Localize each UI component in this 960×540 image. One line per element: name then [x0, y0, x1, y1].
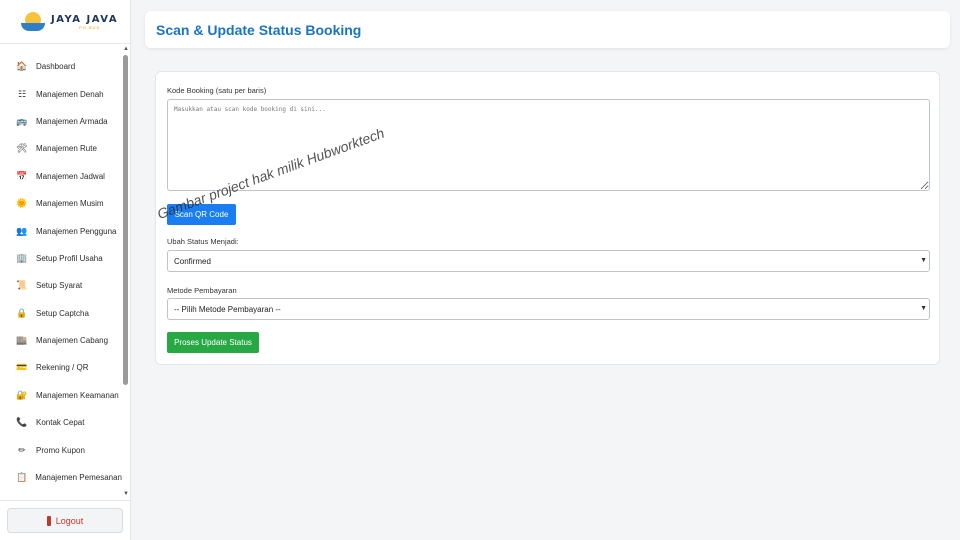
scroll-up-arrow-icon[interactable]: ▲: [122, 45, 130, 53]
sidebar-item-label: Manajemen Musim: [36, 199, 104, 209]
status-select[interactable]: Confirmed ▼: [167, 250, 930, 272]
sidebar-item-kontak-cepat[interactable]: 📞 Kontak Cepat: [0, 409, 122, 436]
chevron-down-icon: ▼: [920, 305, 927, 312]
sidebar-item-promo-kupon[interactable]: ✏ Promo Kupon: [0, 436, 122, 463]
scroll-down-arrow-icon[interactable]: ▼: [122, 490, 130, 498]
process-update-button[interactable]: Proses Update Status: [167, 332, 259, 353]
lock-icon: 🔒: [16, 307, 28, 318]
sidebar-item-label: Dashboard: [36, 62, 76, 72]
sidebar-item-label: Manajemen Pemesanan: [35, 473, 122, 483]
padlock-icon: 🔐: [16, 389, 28, 400]
booking-code-label: Kode Booking (satu per baris): [167, 86, 267, 95]
sidebar-item-manajemen-musim[interactable]: 🌞 Manajemen Musim: [0, 190, 122, 217]
payment-method-label: Metode Pembayaran: [167, 286, 237, 295]
brand-title: JAYA JAVA: [51, 13, 119, 25]
sidebar-item-label: Manajemen Cabang: [36, 336, 109, 346]
status-select-value: Confirmed: [174, 256, 211, 266]
sidebar-item-setup-profil-usaha[interactable]: 🏢 Setup Profil Usaha: [0, 245, 122, 272]
sun-face-icon: 🌞: [16, 198, 28, 209]
tools-icon: 🛠: [16, 143, 28, 154]
logo-icon: [21, 11, 45, 33]
scroll-icon: 📜: [16, 280, 28, 291]
logout-area: Logout: [0, 500, 131, 540]
sidebar-item-manajemen-pengguna[interactable]: 👥 Manajemen Pengguna: [0, 217, 122, 244]
sidebar-item-label: Setup Profil Usaha: [36, 253, 103, 263]
sidebar-item-setup-captcha[interactable]: 🔒 Setup Captcha: [0, 300, 122, 327]
payment-method-value: -- Pilih Metode Pembayaran --: [174, 304, 281, 314]
sidebar-item-label: Manajemen Rute: [36, 144, 97, 154]
scan-form-card: Kode Booking (satu per baris) Scan QR Co…: [155, 71, 940, 365]
sidebar-item-label: Kontak Cepat: [36, 418, 85, 428]
sidebar-scrollbar[interactable]: ▲ ▼: [122, 45, 130, 498]
page-title: Scan & Update Status Booking: [156, 21, 362, 38]
booking-code-textarea[interactable]: [167, 99, 930, 191]
sidebar-item-label: Setup Captcha: [36, 308, 89, 318]
sidebar-item-label: Manajemen Denah: [36, 89, 104, 99]
logout-label: Logout: [55, 515, 84, 526]
users-icon: 👥: [16, 225, 28, 236]
house-icon: 🏠: [16, 61, 28, 72]
calendar-icon: 📅: [16, 170, 28, 181]
pen-icon: ✏: [18, 444, 26, 455]
chevron-down-icon: ▼: [920, 257, 927, 264]
scan-qr-button[interactable]: Scan QR Code: [167, 204, 236, 225]
sidebar-item-rekening-qr[interactable]: 💳 Rekening / QR: [0, 354, 122, 381]
sidebar-item-label: Manajemen Jadwal: [36, 171, 105, 181]
sidebar: JAYA JAVA PO BUS 🏠 Dashboard ☷ Manajemen De…: [0, 0, 131, 540]
sidebar-item-manajemen-keamanan[interactable]: 🔐 Manajemen Keamanan: [0, 382, 122, 409]
sidebar-item-setup-syarat[interactable]: 📜 Setup Syarat: [0, 272, 122, 299]
sidebar-item-label: Manajemen Pengguna: [36, 226, 117, 236]
status-label: Ubah Status Menjadi:: [167, 237, 239, 246]
sidebar-item-manajemen-jadwal[interactable]: 📅 Manajemen Jadwal: [0, 163, 122, 190]
sidebar-item-manajemen-armada[interactable]: 🚌 Manajemen Armada: [0, 108, 122, 135]
logout-button[interactable]: Logout: [7, 508, 123, 533]
page-header: Scan & Update Status Booking: [145, 11, 950, 48]
door-icon: [46, 515, 51, 526]
clipboard-icon: 📋: [16, 472, 28, 483]
sidebar-item-label: Rekening / QR: [36, 363, 89, 373]
sidebar-menu: 🏠 Dashboard ☷ Manajemen Denah 🚌 Manajemen Arm…: [0, 53, 122, 491]
sidebar-item-label: Manajemen Keamanan: [36, 390, 119, 400]
building-icon: 🏢: [16, 252, 28, 263]
sidebar-item-label: Manajemen Armada: [36, 116, 108, 126]
sidebar-item-manajemen-cabang[interactable]: 🏬 Manajemen Cabang: [0, 327, 122, 354]
sidebar-item-manajemen-denah[interactable]: ☷ Manajemen Denah: [0, 80, 122, 107]
phone-icon: 📞: [16, 417, 28, 428]
card-icon: 💳: [16, 362, 28, 373]
sidebar-item-label: Setup Syarat: [36, 281, 83, 291]
sidebar-item-dashboard[interactable]: 🏠 Dashboard: [0, 53, 122, 80]
seat-grid-icon: ☷: [17, 88, 27, 99]
sidebar-item-label: Promo Kupon: [36, 445, 85, 455]
scroll-thumb[interactable]: [123, 55, 128, 385]
bus-icon: 🚌: [16, 115, 28, 126]
sidebar-item-manajemen-pemesanan[interactable]: 📋 Manajemen Pemesanan: [0, 464, 122, 491]
office-icon: 🏬: [16, 335, 28, 346]
sidebar-item-manajemen-rute[interactable]: 🛠 Manajemen Rute: [0, 135, 122, 162]
brand-logo[interactable]: JAYA JAVA PO BUS: [0, 0, 130, 44]
brand-subtitle: PO BUS: [79, 24, 101, 30]
payment-method-select[interactable]: -- Pilih Metode Pembayaran -- ▼: [167, 298, 930, 320]
